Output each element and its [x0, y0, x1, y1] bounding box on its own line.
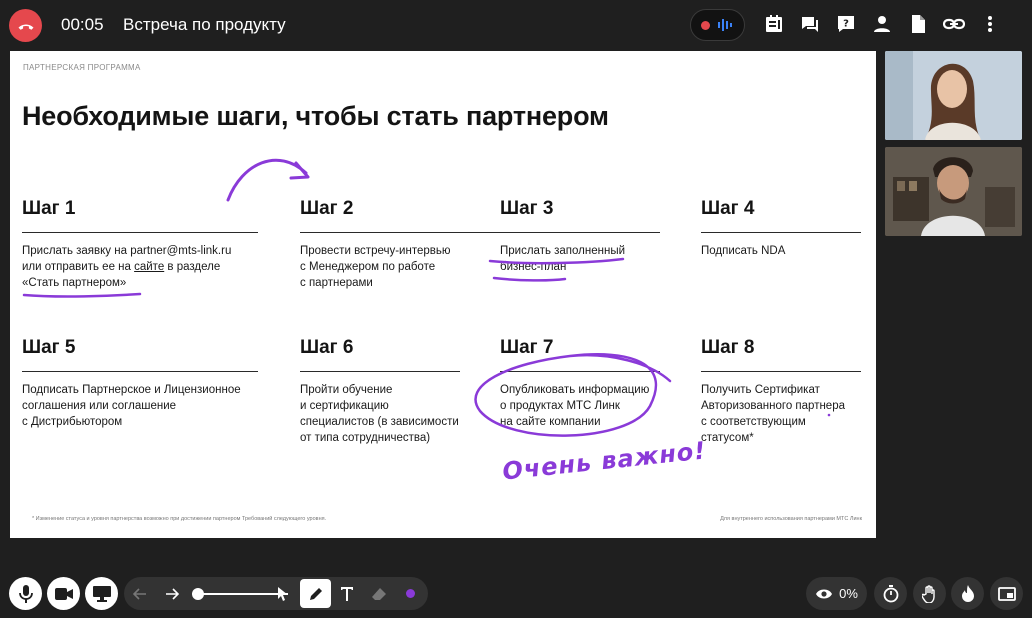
viewers-indicator[interactable]: 0% [806, 577, 867, 610]
raise-hand-button[interactable] [913, 577, 946, 610]
site-link[interactable]: сайте [134, 261, 164, 273]
top-toolbar: ? [762, 12, 1002, 36]
step-heading: Шаг 7 [500, 337, 660, 372]
call-timer: 00:05 [61, 15, 104, 34]
step-heading: Шаг 3 [500, 198, 660, 233]
person-silhouette-icon [885, 147, 1022, 236]
chat-icon[interactable] [798, 12, 822, 36]
undo-arrow-icon[interactable] [127, 581, 152, 606]
drawing-toolbar [124, 577, 428, 610]
layout-button[interactable] [990, 577, 1023, 610]
step-5: Шаг 5 Подписать Партнерское и Лицензионн… [22, 337, 262, 430]
svg-text:?: ? [843, 19, 849, 30]
meeting-title: Встреча по продукту [123, 15, 286, 34]
audio-wave-icon [718, 19, 732, 31]
slider-knob[interactable] [192, 588, 204, 600]
fire-icon [961, 584, 974, 602]
step-heading: Шаг 1 [22, 198, 258, 233]
color-picker[interactable] [398, 581, 423, 606]
pen-tool-icon[interactable] [300, 579, 331, 608]
viewers-percent: 0% [839, 586, 858, 601]
step-heading: Шаг 5 [22, 337, 258, 372]
stopwatch-icon [883, 584, 898, 602]
step-heading: Шаг 8 [701, 337, 861, 372]
step-heading: Шаг 4 [701, 198, 861, 233]
step-heading: Шаг 6 [300, 337, 460, 372]
screen-share-button[interactable] [85, 577, 118, 610]
step-1: Шаг 1 Прислать заявку на partner@mts-lin… [22, 198, 262, 291]
phone-hangup-icon [18, 24, 33, 30]
picture-in-picture-icon [997, 586, 1016, 601]
step-text: Прислать заявку на partner@mts-link.ru и… [22, 245, 232, 289]
step-text: Подписать Партнерское и Лицензионное сог… [22, 384, 241, 428]
slide-title: Необходимые шаги, чтобы стать партнером [22, 101, 609, 131]
presentation-slide[interactable]: ПАРТНЕРСКАЯ ПРОГРАММА Необходимые шаги, … [10, 51, 876, 538]
end-call-button[interactable] [9, 9, 42, 42]
more-menu-icon[interactable] [978, 12, 1002, 36]
timer-button[interactable] [874, 577, 907, 610]
notes-icon[interactable] [762, 12, 786, 36]
participant-video-1[interactable] [885, 51, 1022, 140]
eraser-icon[interactable] [366, 581, 391, 606]
annotation-underline-step1 [22, 292, 142, 298]
annotation-arrow [226, 158, 308, 202]
slide-footnote: * Изменение статуса и уровня партнерства… [32, 516, 327, 522]
annotation-arrowhead [289, 161, 310, 180]
qa-icon[interactable]: ? [834, 12, 858, 36]
text-tool-icon[interactable] [334, 581, 359, 606]
eye-icon [816, 589, 833, 598]
top-bar: 00:05 Встреча по продукту ? [0, 0, 1032, 50]
step-text: Получить Сертификат Авторизованного парт… [701, 384, 845, 444]
person-silhouette-icon [885, 51, 1022, 140]
camera-icon [54, 587, 73, 600]
link-icon[interactable] [942, 12, 966, 36]
camera-button[interactable] [47, 577, 80, 610]
record-dot-icon [701, 20, 710, 30]
participants-icon[interactable] [870, 12, 894, 36]
slide-internal-note: Для внутреннего использования партнерами… [720, 516, 862, 522]
redo-arrow-icon[interactable] [159, 581, 184, 606]
microphone-icon [18, 584, 33, 603]
monitor-icon [92, 585, 111, 602]
reactions-button[interactable] [951, 577, 984, 610]
color-dot-icon [406, 589, 415, 598]
participant-video-2[interactable] [885, 147, 1022, 236]
microphone-button[interactable] [9, 577, 42, 610]
file-icon[interactable] [906, 12, 930, 36]
step-4: Шаг 4 Подписать NDA [701, 198, 876, 259]
slide-eyebrow: ПАРТНЕРСКАЯ ПРОГРАММА [23, 63, 141, 72]
hand-icon [921, 584, 935, 603]
recording-indicator[interactable] [690, 9, 745, 41]
bottom-toolbar: 0% [0, 570, 1032, 618]
step-text: Подписать NDA [701, 245, 786, 257]
pointer-icon[interactable] [270, 581, 295, 606]
step-8: Шаг 8 Получить Сертификат Авторизованног… [701, 337, 876, 446]
